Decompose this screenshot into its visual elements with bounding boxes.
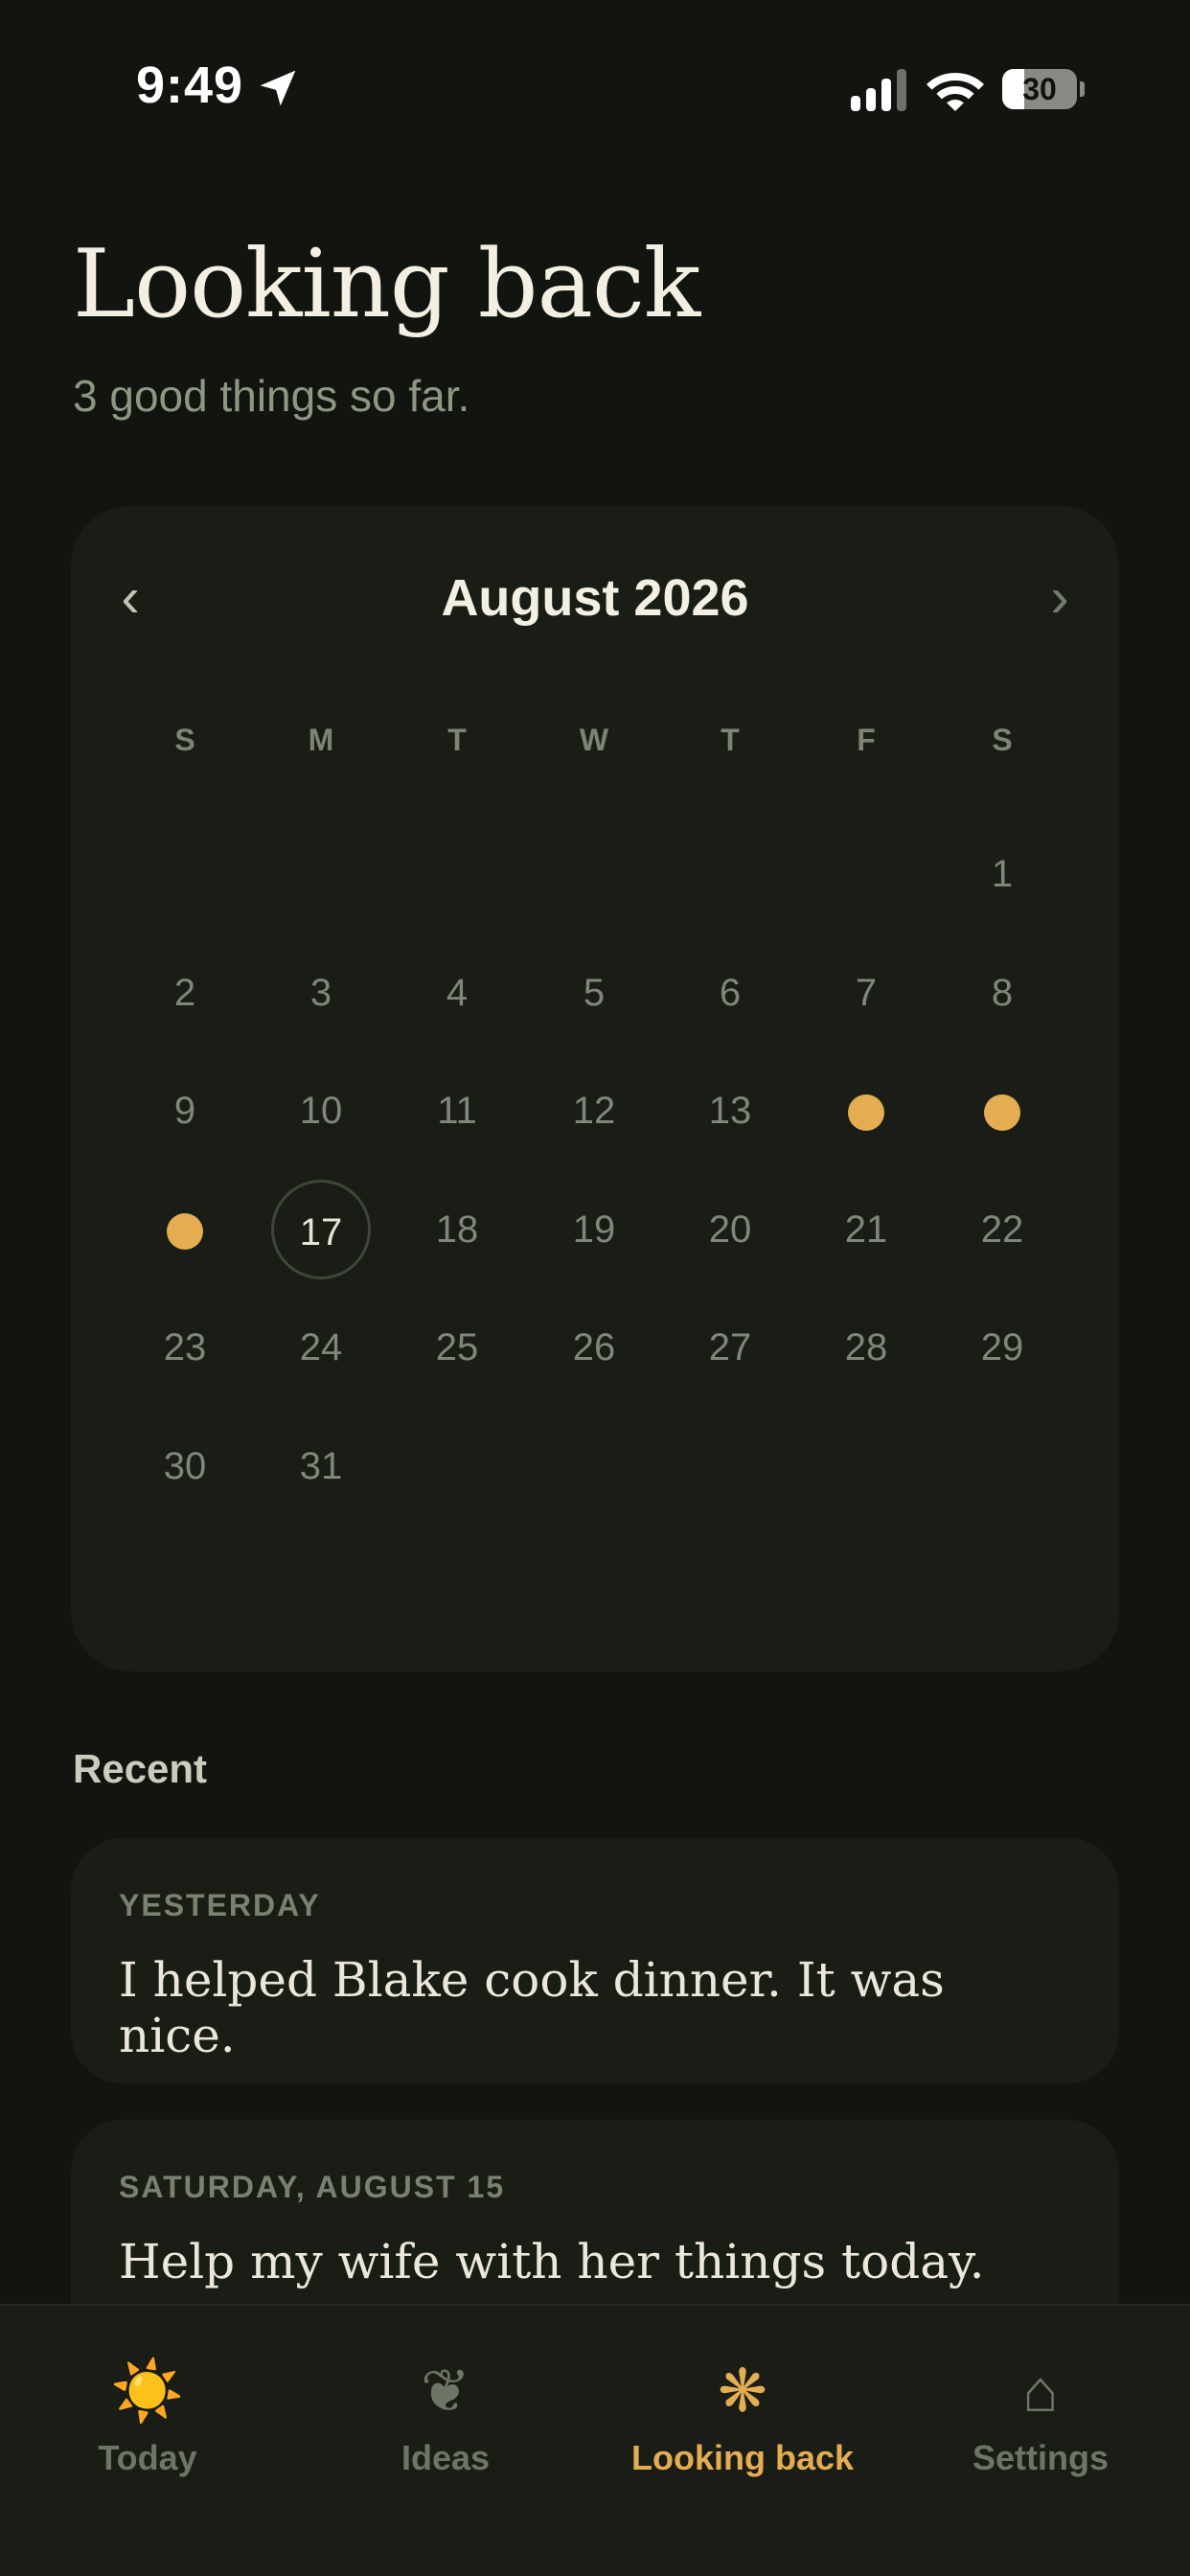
calendar-month-label: August 2026 — [441, 569, 749, 627]
battery-cap — [1080, 81, 1085, 97]
calendar-day[interactable]: 25 — [407, 1298, 507, 1397]
entry-dot-icon — [167, 1212, 203, 1250]
calendar-day[interactable]: 13 — [680, 1061, 780, 1161]
heart-sprout-icon: ❦ — [421, 2358, 470, 2425]
asterisk-flower-icon: ❋ — [718, 2358, 767, 2425]
page-title: Looking back — [73, 230, 700, 339]
weekday-label: S — [992, 723, 1013, 757]
house-icon: ⌂ — [1022, 2358, 1059, 2425]
tab-ideas[interactable]: ❦ Ideas — [302, 2354, 589, 2478]
calendar-day[interactable]: 2 — [135, 943, 235, 1043]
weekday-label: S — [174, 723, 195, 757]
calendar-day-marked[interactable] — [135, 1180, 235, 1279]
tab-label: Settings — [972, 2438, 1109, 2477]
tab-today[interactable]: ☀️ Today — [4, 2354, 291, 2478]
next-month-button[interactable]: › — [1021, 560, 1098, 636]
tab-settings[interactable]: ⌂ Settings — [897, 2354, 1184, 2478]
tab-looking-back[interactable]: ❋ Looking back — [599, 2354, 886, 2478]
calendar-day[interactable]: 9 — [135, 1061, 235, 1161]
calendar-day[interactable]: 5 — [544, 943, 644, 1043]
entry-dot-icon — [848, 1094, 884, 1132]
weekday-label: F — [857, 723, 876, 757]
cellular-signal-icon — [851, 69, 906, 111]
entry-date: SATURDAY, AUGUST 15 — [119, 2170, 506, 2204]
battery-icon: 30 — [1002, 69, 1077, 109]
calendar-day[interactable]: 10 — [271, 1061, 371, 1161]
calendar-day[interactable]: 24 — [271, 1298, 371, 1397]
calendar-day-marked[interactable] — [952, 1061, 1052, 1161]
weekday-label: T — [447, 723, 467, 757]
status-bar: 9:49 30 — [0, 0, 1190, 178]
weekday-label: W — [579, 723, 609, 757]
calendar-day[interactable]: 21 — [816, 1180, 916, 1279]
calendar-day[interactable]: 6 — [680, 943, 780, 1043]
tab-label: Ideas — [400, 2438, 491, 2477]
entry-date: YESTERDAY — [119, 1888, 321, 1922]
calendar-day[interactable]: 12 — [544, 1061, 644, 1161]
wifi-icon — [927, 73, 984, 111]
calendar-day[interactable]: 11 — [407, 1061, 507, 1161]
calendar-day[interactable]: 20 — [680, 1180, 780, 1279]
tab-label: Today — [98, 2438, 197, 2477]
calendar-day[interactable]: 22 — [952, 1180, 1052, 1279]
entry-text: I helped Blake cook dinner. It was nice. — [119, 1952, 945, 2063]
calendar-day[interactable]: 4 — [407, 943, 507, 1043]
entry-card[interactable]: YESTERDAY I helped Blake cook dinner. It… — [71, 1838, 1119, 2083]
calendar-day[interactable]: 18 — [407, 1180, 507, 1279]
calendar-day[interactable]: 29 — [952, 1298, 1052, 1397]
calendar-day-marked[interactable] — [816, 1061, 916, 1161]
calendar-day-today[interactable]: 17 — [271, 1179, 371, 1279]
calendar-card: ‹ August 2026 › S M T W T F S 1 2 3 4 5 6 7 8 9 10 11 12 13… — [71, 506, 1119, 1671]
tab-bar: ☀️ Today ❦ Ideas ❋ Looking back ⌂ Settin… — [0, 2304, 1190, 2576]
calendar-day[interactable]: 26 — [544, 1298, 644, 1397]
calendar-day[interactable]: 8 — [952, 943, 1052, 1043]
battery-indicator: 30 — [1002, 69, 1085, 109]
entry-dot-icon — [984, 1094, 1020, 1132]
calendar-day[interactable]: 23 — [135, 1298, 235, 1397]
recent-heading: Recent — [73, 1746, 208, 1791]
calendar-day[interactable]: 7 — [816, 943, 916, 1043]
page-subtitle: 3 good things so far. — [73, 371, 470, 421]
calendar-day[interactable]: 27 — [680, 1298, 780, 1397]
entry-text: Help my wife with her things today. — [119, 2234, 985, 2289]
calendar-day[interactable]: 28 — [816, 1298, 916, 1397]
calendar-day[interactable]: 19 — [544, 1180, 644, 1279]
sun-icon: ☀️ — [110, 2358, 185, 2425]
weekday-label: M — [308, 723, 334, 757]
calendar-day[interactable]: 31 — [271, 1416, 371, 1516]
weekday-label: T — [721, 723, 740, 757]
calendar-day[interactable]: 1 — [952, 824, 1052, 924]
tab-label: Looking back — [630, 2438, 855, 2477]
calendar-day[interactable]: 3 — [271, 943, 371, 1043]
calendar-day[interactable]: 30 — [135, 1416, 235, 1516]
battery-level: 30 — [1022, 72, 1057, 106]
location-arrow-icon — [260, 70, 296, 106]
status-time: 9:49 — [136, 57, 244, 114]
